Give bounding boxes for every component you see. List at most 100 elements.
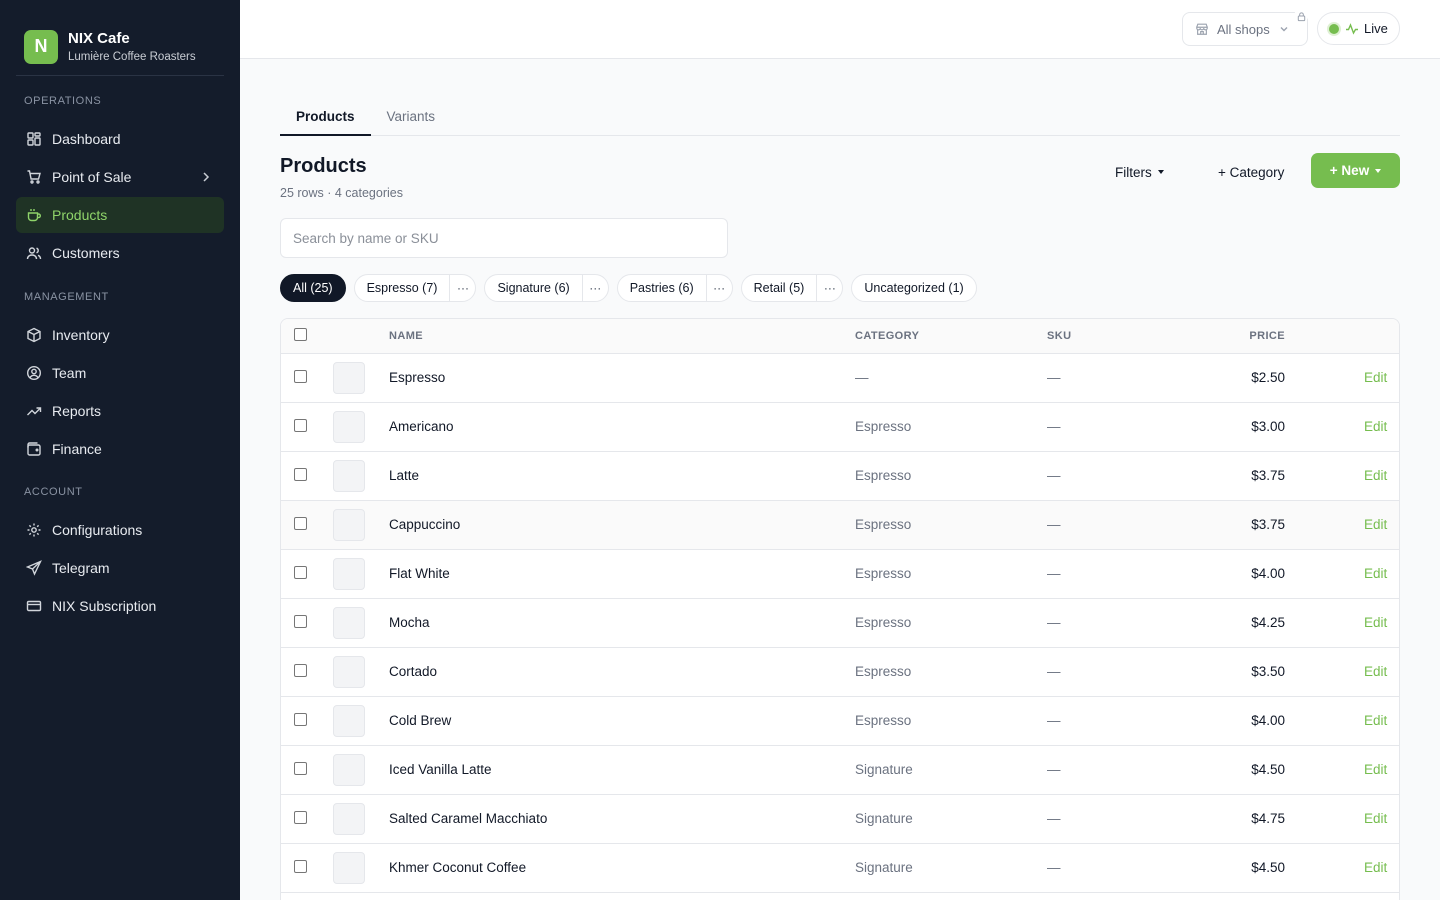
more-icon[interactable]: ··· [581,275,608,301]
sidebar-item-telegram[interactable]: Telegram [16,550,224,586]
edit-link[interactable]: Edit [1364,468,1387,483]
column-header-sku[interactable]: SKU [1047,330,1071,342]
wallet-icon [24,439,44,459]
sidebar-item-dashboard[interactable]: Dashboard [16,121,224,157]
table-row[interactable]: Salted Caramel Macchiato Signature — $4.… [281,795,1399,844]
product-sku: — [1047,615,1061,630]
add-category-button[interactable]: + Category [1218,155,1284,189]
row-checkbox[interactable] [294,664,307,677]
sidebar-item-nix-subscription[interactable]: NIX Subscription [16,588,224,624]
chip-uncategorized[interactable]: Uncategorized (1) [851,274,977,302]
table-row[interactable]: Americano Espresso — $3.00 Edit [281,403,1399,452]
row-checkbox[interactable] [294,517,307,530]
chip-all[interactable]: All (25) [280,274,346,302]
table-row[interactable]: Mocha Espresso — $4.25 Edit [281,599,1399,648]
product-price: $3.00 [1251,419,1285,434]
product-thumbnail [333,852,365,884]
sidebar-item-finance[interactable]: Finance [16,431,224,467]
sidebar-item-label: Customers [52,245,120,261]
column-header-name[interactable]: NAME [389,330,423,342]
product-price: $2.50 [1251,370,1285,385]
table-row[interactable]: Khmer Coconut Coffee Signature — $4.50 E… [281,844,1399,893]
brand-subtitle: Lumière Coffee Roasters [68,51,196,63]
table-row[interactable]: Cold Brew Espresso — $4.00 Edit [281,697,1399,746]
edit-link[interactable]: Edit [1364,664,1387,679]
product-category: Espresso [855,615,912,630]
trend-up-icon [24,401,44,421]
row-checkbox[interactable] [294,566,307,579]
table-row[interactable]: Iced Vanilla Latte Signature — $4.50 Edi… [281,746,1399,795]
row-checkbox[interactable] [294,419,307,432]
product-category: Signature [855,811,913,826]
row-checkbox[interactable] [294,370,307,383]
caret-down-icon [1157,170,1164,174]
chip-retail[interactable]: Retail (5) ··· [740,274,844,302]
product-thumbnail [333,558,365,590]
row-checkbox[interactable] [294,762,307,775]
edit-link[interactable]: Edit [1364,811,1387,826]
brand[interactable]: N NIX Cafe Lumière Coffee Roasters [0,0,240,76]
product-price: $4.00 [1251,566,1285,581]
product-sku: — [1047,517,1061,532]
row-checkbox[interactable] [294,811,307,824]
row-checkbox[interactable] [294,860,307,873]
edit-link[interactable]: Edit [1364,615,1387,630]
column-header-price[interactable]: PRICE [1249,330,1285,342]
coffee-cup-icon [24,205,44,225]
tab-products[interactable]: Products [280,99,371,136]
chip-pastries[interactable]: Pastries (6) ··· [616,274,733,302]
table-row[interactable]: Cappuccino Espresso — $3.75 Edit [281,501,1399,550]
product-thumbnail [333,509,365,541]
chip-signature[interactable]: Signature (6) ··· [484,274,609,302]
chip-label: All (25) [293,281,333,295]
filters-button[interactable]: Filters [1115,155,1164,189]
sidebar-item-team[interactable]: Team [16,355,224,391]
product-name: Mocha [389,615,430,630]
product-category: Espresso [855,713,912,728]
edit-link[interactable]: Edit [1364,419,1387,434]
edit-link[interactable]: Edit [1364,713,1387,728]
product-price: $3.75 [1251,517,1285,532]
select-all-checkbox[interactable] [294,328,307,341]
brand-name: NIX Cafe [68,30,130,47]
edit-link[interactable]: Edit [1364,860,1387,875]
sidebar-item-point-of-sale[interactable]: Point of Sale [16,159,224,195]
sidebar-item-customers[interactable]: Customers [16,235,224,271]
product-thumbnail [333,460,365,492]
table-row[interactable]: Flat White Espresso — $4.00 Edit [281,550,1399,599]
table-row[interactable]: Cortado Espresso — $3.50 Edit [281,648,1399,697]
row-checkbox[interactable] [294,713,307,726]
row-checkbox[interactable] [294,468,307,481]
sidebar-item-label: Reports [52,403,102,419]
more-icon[interactable]: ··· [449,275,475,301]
shop-select[interactable]: All shops [1182,12,1308,46]
sidebar-item-products[interactable]: Products [16,197,224,233]
more-icon[interactable]: ··· [816,275,842,301]
table-row[interactable]: Espresso — — $2.50 Edit [281,354,1399,403]
sidebar-item-inventory[interactable]: Inventory [16,317,224,353]
chip-espresso[interactable]: Espresso (7) ··· [353,274,477,302]
page-subtitle: 25 rows · 4 categories [280,186,403,200]
sidebar-item-label: NIX Subscription [52,598,157,614]
edit-link[interactable]: Edit [1364,566,1387,581]
sidebar-item-label: Dashboard [52,131,121,147]
table-row[interactable]: Latte Espresso — $3.75 Edit [281,452,1399,501]
sidebar-item-reports[interactable]: Reports [16,393,224,429]
edit-link[interactable]: Edit [1364,762,1387,777]
live-status-button[interactable]: Live [1317,12,1400,45]
chip-label: Espresso (7) [366,281,438,295]
column-header-category[interactable]: CATEGORY [855,330,919,342]
edit-link[interactable]: Edit [1364,370,1387,385]
box-icon [24,325,44,345]
sidebar-item-configurations[interactable]: Configurations [16,512,224,548]
sidebar-divider [16,75,224,76]
edit-link[interactable]: Edit [1364,517,1387,532]
more-icon[interactable]: ··· [705,275,732,301]
shop-select-value: All shops [1217,21,1270,37]
row-checkbox[interactable] [294,615,307,628]
tab-variants[interactable]: Variants [371,99,452,136]
search-input[interactable] [280,218,728,258]
credit-card-icon [24,596,44,616]
new-product-button[interactable]: + New [1311,153,1400,188]
product-name: Flat White [389,566,450,581]
